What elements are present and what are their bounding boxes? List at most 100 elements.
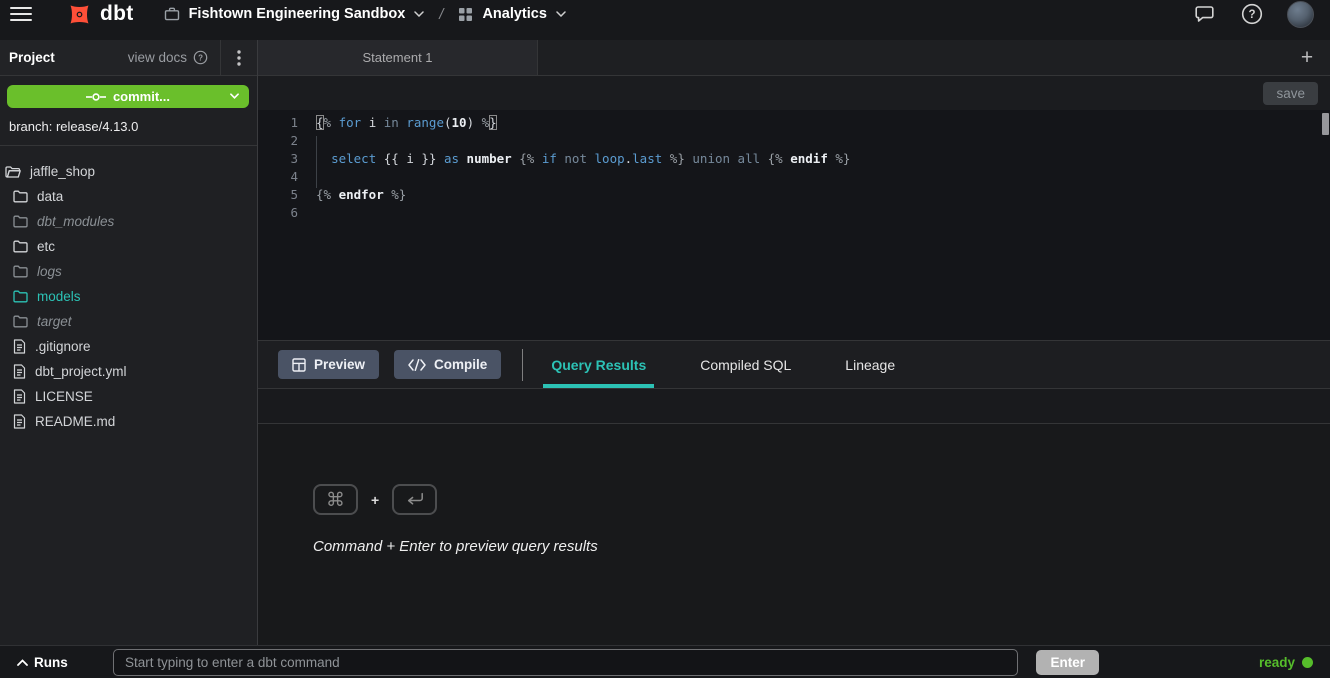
kebab-menu-button[interactable] xyxy=(220,40,257,75)
help-icon: ? xyxy=(1241,3,1263,25)
commit-button-label: commit... xyxy=(113,89,170,104)
dbt-logo-text: dbt xyxy=(100,2,134,26)
sidebar-item-target[interactable]: target xyxy=(0,309,257,334)
project-switcher[interactable]: Fishtown Engineering Sandbox xyxy=(164,6,425,22)
tab-compiled-sql[interactable]: Compiled SQL xyxy=(692,341,799,388)
tree-item-label: data xyxy=(37,189,63,204)
status-indicator: ready xyxy=(1117,655,1313,670)
preview-button[interactable]: Preview xyxy=(278,350,379,379)
line-number: 1 xyxy=(258,114,298,132)
compile-button[interactable]: Compile xyxy=(394,350,501,379)
commit-button[interactable]: commit... xyxy=(7,85,249,108)
folder-icon xyxy=(13,265,28,278)
line-number: 6 xyxy=(258,204,298,222)
main-area: Project view docs ? commit... branch: re… xyxy=(0,40,1330,645)
topbar-right: ? xyxy=(1192,1,1314,28)
code-line-2[interactable]: 2 xyxy=(258,132,1330,150)
command-key-icon: ⌘ xyxy=(313,484,358,515)
code-line-3[interactable]: 3 select {{ i }} as number {% if not loo… xyxy=(258,150,1330,168)
editor-tab-statement-1[interactable]: Statement 1 xyxy=(258,40,538,75)
code-line-content: {% for i in range(10) %} xyxy=(298,114,497,132)
file-tree: jaffle_shopdata dbt_modulesetc logs models t… xyxy=(0,146,257,434)
tree-item-label: etc xyxy=(37,239,55,254)
file-icon xyxy=(13,339,26,354)
sidebar-item-dbt-project-yml[interactable]: dbt_project.yml xyxy=(0,359,257,384)
chevron-down-icon xyxy=(556,11,566,17)
code-editor[interactable]: 1{% for i in range(10) %}23 select {{ i … xyxy=(258,110,1330,341)
file-icon xyxy=(13,364,26,379)
tree-item-label: dbt_project.yml xyxy=(35,364,127,379)
tree-item-label: dbt_modules xyxy=(37,214,114,229)
results-panel: ⌘ + Command + Enter to preview query res… xyxy=(258,424,1330,645)
chevron-down-icon xyxy=(414,11,424,17)
sidebar-item-jaffle-shop[interactable]: jaffle_shop xyxy=(0,159,257,184)
folder-open-icon xyxy=(5,165,21,179)
code-line-6[interactable]: 6 xyxy=(258,204,1330,222)
code-lines: 1{% for i in range(10) %}23 select {{ i … xyxy=(258,114,1330,222)
hamburger-menu-button[interactable] xyxy=(8,4,34,24)
grid-icon xyxy=(458,7,473,22)
chat-icon xyxy=(1194,4,1215,24)
sidebar: Project view docs ? commit... branch: re… xyxy=(0,40,258,645)
app-switcher[interactable]: Analytics xyxy=(458,6,565,22)
folder-icon xyxy=(13,290,28,303)
new-tab-button[interactable]: + xyxy=(1284,40,1330,75)
code-line-content: {% endfor %} xyxy=(298,186,406,204)
chat-button[interactable] xyxy=(1192,2,1217,26)
enter-key-icon xyxy=(392,484,437,515)
sidebar-item-etc[interactable]: etc xyxy=(0,234,257,259)
line-number: 2 xyxy=(258,132,298,150)
code-line-1[interactable]: 1{% for i in range(10) %} xyxy=(258,114,1330,132)
help-button[interactable]: ? xyxy=(1239,1,1265,27)
code-line-5[interactable]: 5{% endfor %} xyxy=(258,186,1330,204)
tree-item-label: logs xyxy=(37,264,62,279)
dbt-logo: dbt xyxy=(66,1,134,28)
runs-toggle[interactable]: Runs xyxy=(17,655,95,670)
tree-item-label: .gitignore xyxy=(35,339,91,354)
user-avatar[interactable] xyxy=(1287,1,1314,28)
editor-toolbar: save xyxy=(258,76,1330,110)
dbt-ide-app: dbt Fishtown Engineering Sandbox / Analy… xyxy=(0,0,1330,678)
kebab-icon xyxy=(237,50,241,66)
table-icon xyxy=(292,358,306,372)
briefcase-icon xyxy=(164,6,180,22)
runs-label: Runs xyxy=(34,655,68,670)
folder-icon xyxy=(13,190,28,203)
chevron-up-icon xyxy=(17,659,28,666)
view-docs-label: view docs xyxy=(128,50,187,65)
shortcut-keys: ⌘ + xyxy=(313,484,1330,515)
view-docs-link[interactable]: view docs ? xyxy=(128,50,208,65)
file-icon xyxy=(13,389,26,404)
editor-scrollbar[interactable] xyxy=(1322,113,1329,135)
code-line-4[interactable]: 4 xyxy=(258,168,1330,186)
code-line-content xyxy=(298,132,316,150)
sidebar-item-gitignore[interactable]: .gitignore xyxy=(0,334,257,359)
sidebar-item-data[interactable]: data xyxy=(0,184,257,209)
sidebar-item-readme-md[interactable]: README.md xyxy=(0,409,257,434)
dbt-command-input[interactable] xyxy=(113,649,1018,676)
tab-query-results[interactable]: Query Results xyxy=(543,341,654,388)
folder-icon xyxy=(13,240,28,253)
folder-icon xyxy=(13,315,28,328)
results-tabs: Query Results Compiled SQL Lineage xyxy=(543,341,941,388)
sidebar-item-dbt-modules[interactable]: dbt_modules xyxy=(0,209,257,234)
sidebar-item-models[interactable]: models xyxy=(0,284,257,309)
line-number: 4 xyxy=(258,168,298,186)
results-header-strip xyxy=(258,389,1330,424)
tree-item-label: target xyxy=(37,314,72,329)
branch-label: branch: release/4.13.0 xyxy=(9,119,257,134)
svg-text:?: ? xyxy=(1248,9,1255,21)
file-icon xyxy=(13,414,26,429)
enter-button[interactable]: Enter xyxy=(1036,650,1099,675)
tab-lineage[interactable]: Lineage xyxy=(837,341,903,388)
editor-tab-bar: Statement 1 + xyxy=(258,40,1330,76)
code-line-content xyxy=(298,204,316,222)
tree-item-label: models xyxy=(37,289,81,304)
preview-button-label: Preview xyxy=(314,357,365,372)
dbt-logo-icon xyxy=(66,1,93,28)
save-button[interactable]: save xyxy=(1263,82,1318,105)
toolbar-divider xyxy=(522,349,523,381)
sidebar-item-license[interactable]: LICENSE xyxy=(0,384,257,409)
sidebar-item-logs[interactable]: logs xyxy=(0,259,257,284)
line-number: 3 xyxy=(258,150,298,168)
